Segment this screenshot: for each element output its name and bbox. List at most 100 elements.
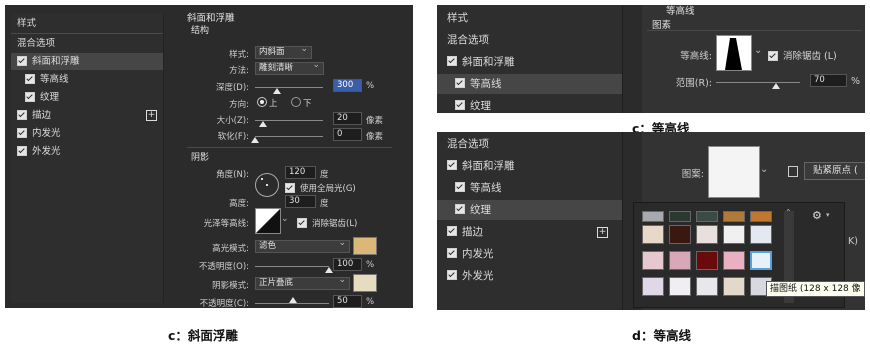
pattern-swatch[interactable] bbox=[696, 211, 718, 222]
shadow-color-swatch[interactable] bbox=[353, 274, 377, 292]
range-slider-thumb[interactable] bbox=[772, 83, 780, 89]
pattern-swatch[interactable] bbox=[723, 211, 745, 222]
sidebar-item[interactable]: 描边 + bbox=[437, 222, 622, 242]
scroll-up-icon[interactable]: ⌃ bbox=[785, 208, 792, 217]
sidebar-item[interactable]: 等高线 bbox=[11, 71, 163, 88]
angle-dial[interactable] bbox=[255, 173, 279, 197]
size-input[interactable]: 20 bbox=[333, 112, 362, 125]
sidebar-item[interactable]: 外发光 bbox=[437, 266, 622, 286]
gloss-antialias[interactable]: 消除锯齿(L) bbox=[297, 217, 357, 229]
sidebar-item[interactable]: 外发光 bbox=[11, 143, 163, 160]
sidebar-item[interactable]: 等高线 bbox=[437, 178, 622, 198]
contour-antialias-check[interactable] bbox=[768, 50, 778, 61]
pattern-swatch[interactable] bbox=[642, 277, 664, 296]
sidebar-item-checkbox[interactable] bbox=[455, 204, 465, 214]
highlight-mode-dropdown[interactable]: 滤色 bbox=[255, 238, 350, 253]
pattern-swatch[interactable] bbox=[750, 251, 772, 270]
sidebar-item[interactable]: 样式 bbox=[437, 8, 622, 28]
pattern-swatch[interactable] bbox=[696, 277, 718, 296]
pattern-swatch[interactable] bbox=[750, 225, 772, 244]
sidebar-item[interactable]: 内发光 bbox=[11, 125, 163, 142]
depth-slider-thumb[interactable] bbox=[273, 88, 281, 94]
sidebar-item[interactable]: 纹理 bbox=[437, 96, 622, 113]
sidebar-item-checkbox[interactable] bbox=[455, 182, 465, 192]
highlight-color-swatch[interactable] bbox=[353, 237, 377, 255]
pattern-swatch[interactable] bbox=[696, 251, 718, 270]
soften-slider-thumb[interactable] bbox=[251, 137, 259, 143]
shadow-mode-dropdown[interactable]: 正片叠底 bbox=[255, 275, 350, 290]
contour-picker[interactable] bbox=[716, 35, 752, 71]
sidebar-item-checkbox[interactable] bbox=[17, 109, 27, 120]
soften-slider[interactable] bbox=[255, 136, 323, 137]
range-slider[interactable] bbox=[716, 82, 800, 83]
sidebar-item-checkbox[interactable] bbox=[17, 127, 27, 138]
pattern-swatch[interactable] bbox=[669, 251, 691, 270]
sidebar-item-checkbox[interactable] bbox=[25, 91, 35, 102]
pattern-swatch[interactable] bbox=[696, 225, 718, 244]
gloss-antialias-check[interactable] bbox=[297, 217, 307, 228]
sidebar-item[interactable]: 混合选项 bbox=[11, 35, 163, 52]
depth-slider[interactable] bbox=[255, 87, 323, 88]
pattern-swatch[interactable] bbox=[669, 211, 691, 222]
pattern-swatch[interactable] bbox=[723, 251, 745, 270]
pattern-preview[interactable] bbox=[708, 146, 760, 198]
style-dropdown[interactable]: 内斜面 bbox=[255, 44, 312, 59]
sidebar-item[interactable]: 混合选项 bbox=[437, 134, 622, 154]
shadow-opacity-input[interactable]: 50 bbox=[333, 295, 362, 308]
sidebar-item-checkbox[interactable] bbox=[447, 270, 457, 280]
global-light-check[interactable] bbox=[285, 182, 295, 193]
pattern-swatch[interactable] bbox=[750, 211, 772, 222]
depth-input[interactable]: 300 bbox=[333, 79, 362, 92]
range-input[interactable]: 70 bbox=[810, 74, 847, 87]
soften-input[interactable]: 0 bbox=[333, 128, 362, 141]
sidebar-item[interactable]: 纹理 bbox=[437, 200, 622, 220]
highlight-opacity-input[interactable]: 100 bbox=[333, 258, 362, 271]
contour-antialias[interactable]: 消除锯齿 (L) bbox=[768, 48, 837, 62]
gloss-contour-dropdown-icon[interactable]: ⌄ bbox=[281, 214, 289, 224]
sidebar-item-checkbox[interactable] bbox=[25, 73, 35, 84]
pattern-swatch[interactable] bbox=[669, 225, 691, 244]
pattern-swatch[interactable] bbox=[723, 225, 745, 244]
pattern-dropdown-icon[interactable]: ⌄ bbox=[760, 164, 768, 175]
snap-origin-button[interactable]: 贴紧原点 ( bbox=[804, 162, 865, 180]
sidebar-item-checkbox[interactable] bbox=[447, 226, 457, 236]
sidebar-item-checkbox[interactable] bbox=[455, 78, 465, 88]
pattern-swatch[interactable] bbox=[669, 277, 691, 296]
sidebar-item[interactable]: 斜面和浮雕 bbox=[437, 156, 622, 176]
gear-dropdown-icon[interactable]: ▾ bbox=[826, 211, 830, 219]
sidebar-item[interactable]: 等高线 bbox=[437, 74, 622, 94]
angle-input[interactable]: 120 bbox=[285, 166, 316, 179]
gear-icon[interactable]: ⚙ bbox=[812, 209, 822, 222]
sidebar-item-checkbox[interactable] bbox=[17, 145, 27, 156]
add-effect-icon[interactable]: + bbox=[146, 110, 157, 121]
shadow-opacity-thumb[interactable] bbox=[289, 297, 297, 303]
size-slider-thumb[interactable] bbox=[259, 121, 267, 127]
pattern-swatch[interactable] bbox=[642, 211, 664, 222]
sidebar-item[interactable]: 纹理 bbox=[11, 89, 163, 106]
sidebar-item[interactable]: 混合选项 bbox=[437, 30, 622, 50]
sidebar-item-checkbox[interactable] bbox=[447, 248, 457, 258]
global-light-checkbox[interactable]: 使用全局光(G) bbox=[285, 182, 356, 194]
sidebar-item-checkbox[interactable] bbox=[447, 56, 457, 66]
highlight-opacity-thumb[interactable] bbox=[325, 267, 333, 273]
altitude-input[interactable]: 30 bbox=[285, 195, 316, 208]
pattern-swatch[interactable] bbox=[642, 251, 664, 270]
sidebar-item[interactable]: 内发光 bbox=[437, 244, 622, 264]
highlight-opacity-slider[interactable] bbox=[255, 266, 329, 267]
new-preset-icon[interactable] bbox=[788, 166, 798, 177]
contour-dropdown-icon[interactable]: ⌄ bbox=[754, 45, 762, 56]
pattern-swatch[interactable] bbox=[642, 225, 664, 244]
sidebar-item[interactable]: 斜面和浮雕 bbox=[437, 52, 622, 72]
method-dropdown[interactable]: 雕刻清晰 bbox=[255, 60, 324, 75]
pattern-swatch[interactable] bbox=[723, 277, 745, 296]
sidebar-item-checkbox[interactable] bbox=[447, 160, 457, 170]
gloss-contour-picker[interactable] bbox=[255, 208, 281, 234]
sidebar-item[interactable]: 描边 + bbox=[11, 107, 163, 124]
sidebar-item-checkbox[interactable] bbox=[17, 55, 27, 66]
add-effect-icon[interactable]: + bbox=[597, 226, 608, 238]
direction-up-radio[interactable] bbox=[257, 97, 267, 107]
shadow-opacity-slider[interactable] bbox=[255, 303, 329, 304]
direction-down-radio[interactable] bbox=[291, 97, 301, 107]
sidebar-item-checkbox[interactable] bbox=[455, 100, 465, 110]
sidebar-item[interactable]: 斜面和浮雕 bbox=[11, 53, 163, 70]
